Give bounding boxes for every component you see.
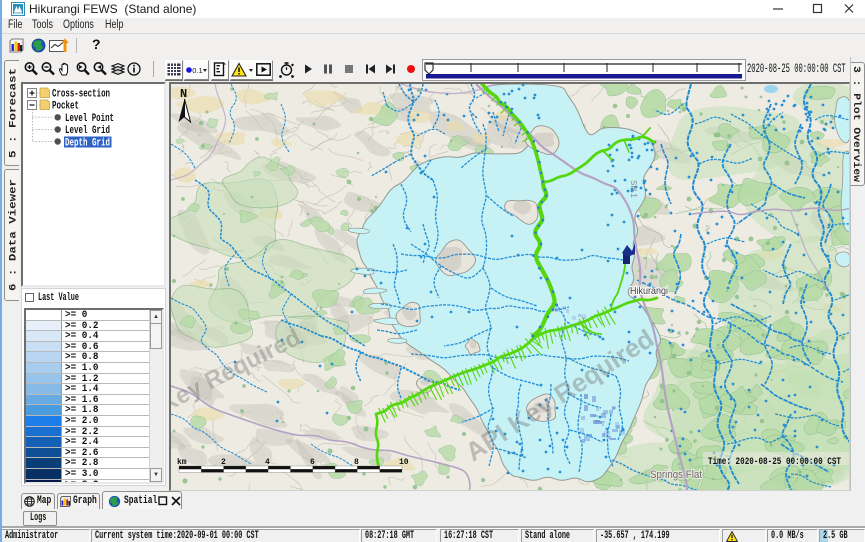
- svg-text:5 : Forecast: 5 : Forecast: [9, 68, 19, 158]
- svg-text:2: 2: [221, 458, 226, 467]
- svg-text:4: 4: [265, 458, 270, 467]
- svg-text:Cross-section: Cross-section: [52, 89, 110, 101]
- svg-text:8: 8: [354, 458, 359, 467]
- svg-text:SH 1: SH 1: [629, 180, 638, 198]
- svg-text:N: N: [180, 87, 187, 101]
- svg-text:Level Point: Level Point: [65, 113, 114, 125]
- svg-text:km: km: [177, 458, 187, 467]
- svg-text:Springs Flat: Springs Flat: [650, 469, 702, 481]
- svg-text:3 : Plot Overview: 3 : Plot Overview: [851, 66, 862, 182]
- svg-text:Level Grid: Level Grid: [65, 125, 110, 137]
- svg-text:6 : Data Viewer: 6 : Data Viewer: [8, 179, 19, 291]
- svg-text:Depth Grid: Depth Grid: [65, 137, 110, 149]
- svg-text:Pocket: Pocket: [52, 101, 79, 113]
- svg-text:Hikurangi: Hikurangi: [630, 286, 668, 297]
- svg-text:Time: 2020-08-25 00:00:00 CST: Time: 2020-08-25 00:00:00 CST: [708, 456, 841, 468]
- svg-text:10: 10: [399, 458, 409, 467]
- svg-text:0.1: 0.1: [192, 66, 202, 75]
- svg-text:6: 6: [310, 458, 315, 467]
